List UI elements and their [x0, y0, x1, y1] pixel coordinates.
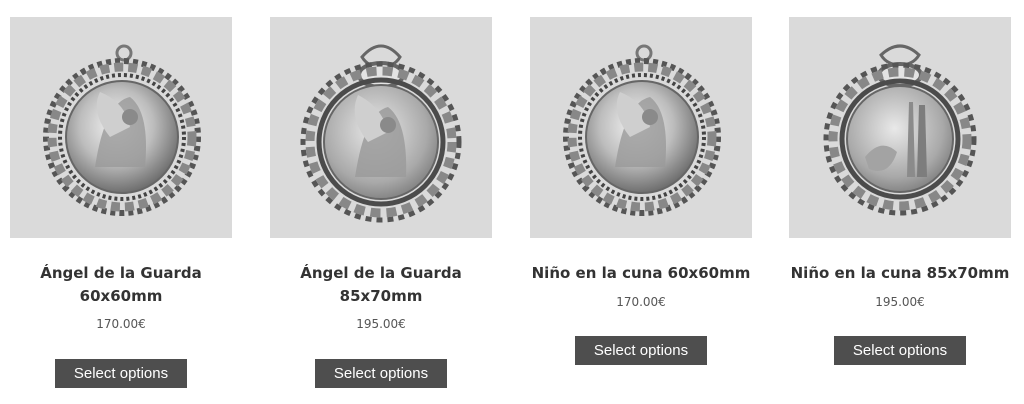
medal-image [10, 17, 232, 238]
product-title-link[interactable]: Ángel de la Guarda 60x60mm [2, 262, 240, 308]
product-price: 195.00€ [356, 317, 406, 331]
product-card: Ángel de la Guarda 85x70mm 195.00€ Selec… [270, 0, 492, 404]
product-image-link[interactable] [10, 17, 232, 238]
product-price: 195.00€ [875, 295, 925, 309]
product-card: Ángel de la Guarda 60x60mm 170.00€ Selec… [10, 0, 232, 404]
medal-image [530, 17, 752, 238]
product-title-link[interactable]: Ángel de la Guarda 85x70mm [262, 262, 500, 308]
select-options-button[interactable]: Select options [575, 336, 707, 365]
product-image-link[interactable] [530, 17, 752, 238]
product-grid: Ángel de la Guarda 60x60mm 170.00€ Selec… [0, 0, 1024, 404]
select-options-button[interactable]: Select options [55, 359, 187, 388]
product-price: 170.00€ [96, 317, 146, 331]
product-card: Niño en la cuna 60x60mm 170.00€ Select o… [530, 0, 752, 404]
product-title-link[interactable]: Niño en la cuna 85x70mm [781, 262, 1019, 285]
select-options-button[interactable]: Select options [315, 359, 447, 388]
select-options-button[interactable]: Select options [834, 336, 966, 365]
product-price: 170.00€ [616, 295, 666, 309]
medal-image [789, 17, 1011, 238]
product-title-link[interactable]: Niño en la cuna 60x60mm [522, 262, 760, 285]
product-image-link[interactable] [789, 17, 1011, 238]
product-card: Niño en la cuna 85x70mm 195.00€ Select o… [789, 0, 1011, 404]
product-image-link[interactable] [270, 17, 492, 238]
medal-image [270, 17, 492, 238]
